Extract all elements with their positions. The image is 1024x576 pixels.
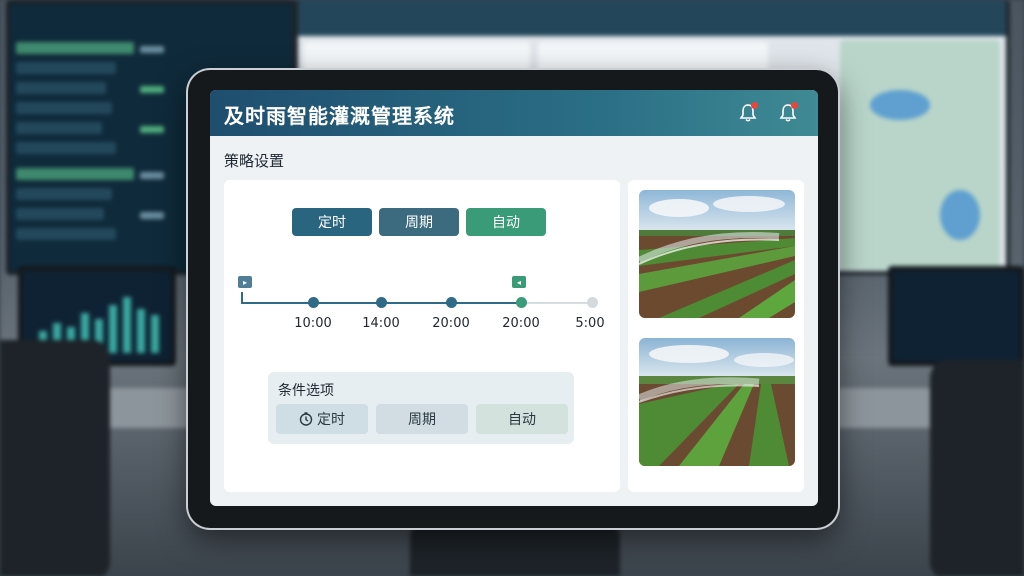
background-chair	[0, 340, 110, 576]
background-sidebar-row	[16, 188, 112, 200]
background-header-strip	[298, 0, 1006, 36]
field-irrigation-image	[639, 190, 795, 318]
background-sidebar-row	[16, 228, 116, 240]
background-sidebar-row	[16, 42, 134, 54]
background-chair	[930, 360, 1024, 576]
condition-options-title: 条件选项	[278, 383, 334, 399]
alert-badge	[791, 102, 798, 109]
background-sidebar-row	[16, 102, 112, 114]
timeline-node[interactable]	[587, 297, 598, 308]
background-sidebar-value	[140, 126, 164, 133]
timeline-start-tick	[241, 292, 243, 304]
background-chart-bar	[109, 305, 117, 353]
clock-icon	[299, 412, 313, 426]
mode-auto-button[interactable]: 自动	[466, 208, 546, 236]
background-map-region	[940, 190, 980, 240]
background-sidebar-row	[16, 62, 116, 74]
background-map-region	[870, 90, 930, 120]
mode-cycle-button[interactable]: 周期	[379, 208, 459, 236]
background-sidebar-value	[140, 46, 164, 53]
background-sidebar-value	[140, 86, 164, 93]
notification-badge	[751, 102, 758, 109]
background-sidebar-value	[140, 212, 164, 219]
background-sidebar-value	[140, 172, 164, 179]
background-chair	[410, 520, 620, 576]
mode-timed-button[interactable]: 定时	[292, 208, 372, 236]
background-sidebar-row	[16, 168, 134, 180]
field-images-panel	[628, 180, 804, 492]
condition-auto-option[interactable]: 自动	[476, 404, 568, 434]
condition-options-box: 条件选项 定时 周期 自动	[268, 372, 574, 444]
timeline-label: 10:00	[294, 316, 332, 331]
condition-timed-option[interactable]: 定时	[276, 404, 368, 434]
timeline-label: 14:00	[362, 316, 400, 331]
background-sidebar-row	[16, 82, 106, 94]
background-chart-bar	[151, 315, 159, 353]
tablet-device: 及时雨智能灌溉管理系统 策略设置 定时 周期 自动 ▸ ◂ 10:00 14:0…	[188, 70, 838, 528]
timeline-label: 5:00	[575, 316, 605, 331]
tablet-screen: 及时雨智能灌溉管理系统 策略设置 定时 周期 自动 ▸ ◂ 10:00 14:0…	[210, 90, 818, 506]
condition-timed-label: 定时	[317, 412, 345, 428]
background-chart-bar	[137, 309, 145, 353]
timeline-label: 20:00	[432, 316, 470, 331]
timeline-node[interactable]	[516, 297, 527, 308]
background-sidebar-row	[16, 122, 102, 134]
strategy-panel: 定时 周期 自动 ▸ ◂ 10:00 14:00 20:00 20:00 5:0…	[224, 180, 620, 492]
background-map	[840, 40, 1000, 270]
timeline-node[interactable]	[308, 297, 319, 308]
field-sprinkler-image	[639, 338, 795, 466]
app-header: 及时雨智能灌溉管理系统	[210, 90, 818, 136]
timeline-start-marker-icon[interactable]: ▸	[238, 276, 252, 288]
timeline-label: 20:00	[502, 316, 540, 331]
timeline-node[interactable]	[446, 297, 457, 308]
background-chart-bar	[123, 297, 131, 353]
background-sidebar-row	[16, 142, 116, 154]
background-monitor-small	[888, 266, 1024, 366]
app-title: 及时雨智能灌溉管理系统	[224, 104, 455, 128]
timeline-current-marker-icon[interactable]: ◂	[512, 276, 526, 288]
timeline-node[interactable]	[376, 297, 387, 308]
background-sidebar-row	[16, 208, 104, 220]
condition-cycle-option[interactable]: 周期	[376, 404, 468, 434]
section-title: 策略设置	[224, 152, 285, 170]
